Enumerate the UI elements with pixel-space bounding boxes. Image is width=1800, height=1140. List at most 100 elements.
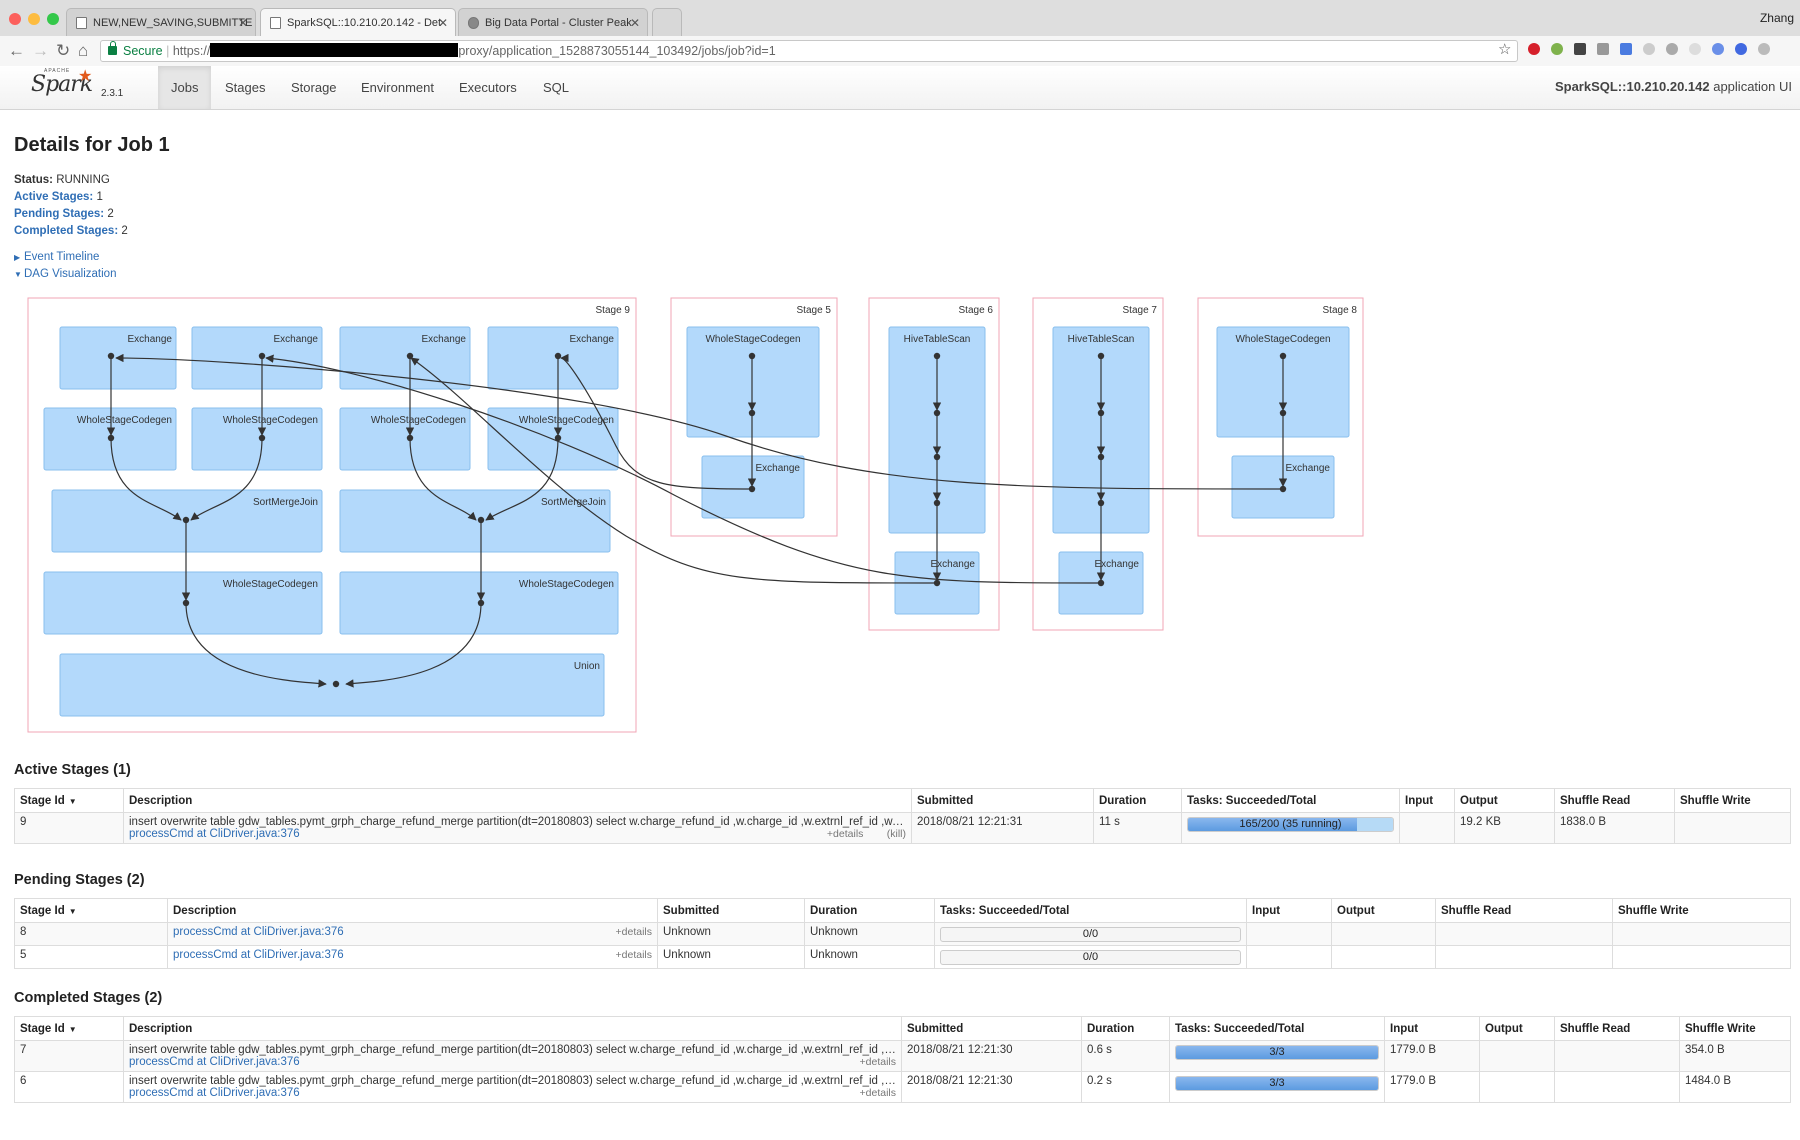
col-shuffle-read[interactable]: Shuffle Read [1435, 898, 1613, 923]
close-window-icon[interactable] [9, 13, 21, 25]
stage-link[interactable]: processCmd at CliDriver.java:376 [173, 926, 344, 938]
col-shuffle-write[interactable]: Shuffle Write [1612, 898, 1791, 923]
extension-icon[interactable] [1551, 43, 1563, 55]
caret-down-icon: ▼ [14, 270, 22, 279]
col-shuffle-read[interactable]: Shuffle Read [1554, 1016, 1680, 1041]
dag-dot [1279, 409, 1287, 417]
col-duration[interactable]: Duration [1093, 788, 1182, 813]
col-stage-id[interactable]: Stage Id ▼ [14, 1016, 124, 1041]
new-tab-button[interactable] [652, 8, 682, 36]
close-tab-icon[interactable]: ✕ [630, 16, 640, 30]
dag-visualization-toggle[interactable]: ▼ DAG Visualization [14, 268, 116, 280]
stage-shuffle-write [1612, 922, 1791, 946]
col-description[interactable]: Description [167, 898, 658, 923]
extension-icon[interactable] [1735, 43, 1747, 55]
details-toggle[interactable]: +details [616, 926, 652, 938]
extension-icon[interactable] [1597, 43, 1609, 55]
col-duration[interactable]: Duration [1081, 1016, 1170, 1041]
extension-icon[interactable] [1666, 43, 1678, 55]
col-stage-id[interactable]: Stage Id ▼ [14, 788, 124, 813]
pending-stages-summary[interactable]: Pending Stages: 2 [14, 208, 114, 220]
maximize-window-icon[interactable] [47, 13, 59, 25]
col-description[interactable]: Description [123, 1016, 902, 1041]
event-timeline-label[interactable]: Event Timeline [24, 251, 99, 263]
col-input[interactable]: Input [1246, 898, 1332, 923]
translate-icon[interactable] [1620, 43, 1632, 55]
completed-stages-summary[interactable]: Completed Stages: 2 [14, 225, 128, 237]
details-toggle[interactable]: +details [860, 1056, 896, 1068]
stage-link[interactable]: processCmd at CliDriver.java:376 [129, 1056, 300, 1068]
close-tab-icon[interactable]: ✕ [438, 16, 448, 30]
submitted-time: Unknown [657, 922, 805, 946]
stage-link[interactable]: processCmd at CliDriver.java:376 [129, 828, 300, 840]
col-submitted[interactable]: Submitted [657, 898, 805, 923]
back-arrow-icon[interactable]: ← [8, 41, 25, 61]
col-submitted[interactable]: Submitted [901, 1016, 1082, 1041]
extension-icon[interactable] [1689, 43, 1701, 55]
stage-output [1479, 1040, 1555, 1072]
dag-node-label: WholeStageCodegen [223, 579, 318, 590]
extension-icon[interactable] [1574, 43, 1586, 55]
extension-icon[interactable] [1712, 43, 1724, 55]
nav-tab-stages[interactable]: Stages [212, 66, 278, 109]
submitted-time: 2018/08/21 12:21:31 [911, 812, 1094, 844]
browser-tab-1[interactable]: NEW,NEW_SAVING,SUBMITTE ✕ [66, 8, 256, 36]
col-input[interactable]: Input [1384, 1016, 1480, 1041]
secure-label: Secure [123, 44, 163, 58]
active-stages-title: Active Stages (1) [14, 762, 131, 778]
col-shuffle-write[interactable]: Shuffle Write [1679, 1016, 1791, 1041]
dag-dot [933, 579, 941, 587]
col-stage-id[interactable]: Stage Id ▼ [14, 898, 168, 923]
completed-stages-label[interactable]: Completed Stages: [14, 225, 118, 237]
extension-icon[interactable] [1643, 43, 1655, 55]
stage-link[interactable]: processCmd at CliDriver.java:376 [129, 1087, 300, 1099]
nav-tab-sql[interactable]: SQL [530, 66, 582, 109]
col-output[interactable]: Output [1479, 1016, 1555, 1041]
details-toggle[interactable]: +details [827, 828, 863, 840]
event-timeline-toggle[interactable]: ▶ Event Timeline [14, 251, 99, 263]
close-tab-icon[interactable]: ✕ [238, 16, 248, 30]
bookmark-star-icon[interactable]: ☆ [1498, 40, 1511, 58]
col-tasks[interactable]: Tasks: Succeeded/Total [934, 898, 1247, 923]
col-duration[interactable]: Duration [804, 898, 935, 923]
dag-visualization-label[interactable]: DAG Visualization [24, 268, 116, 280]
details-toggle[interactable]: +details [860, 1087, 896, 1099]
col-description[interactable]: Description [123, 788, 912, 813]
col-output[interactable]: Output [1454, 788, 1555, 813]
forward-arrow-icon[interactable]: → [32, 41, 49, 61]
stage-link[interactable]: processCmd at CliDriver.java:376 [173, 949, 344, 961]
active-stages-label[interactable]: Active Stages: [14, 191, 93, 203]
table-row: 8 processCmd at CliDriver.java:376 +deta… [14, 922, 1791, 946]
reload-icon[interactable]: ↻ [56, 41, 70, 61]
active-stages-summary[interactable]: Active Stages: 1 [14, 191, 103, 203]
stage-duration: Unknown [804, 945, 935, 969]
adblock-icon[interactable] [1528, 43, 1540, 55]
address-bar[interactable]: Secure | https://proxy/application_15288… [100, 40, 1518, 62]
minimize-window-icon[interactable] [28, 13, 40, 25]
kill-link[interactable]: (kill) [887, 828, 906, 840]
description-text: insert overwrite table gdw_tables.pymt_g… [129, 816, 906, 828]
col-input[interactable]: Input [1399, 788, 1455, 813]
dag-node-label: Exchange [274, 334, 319, 345]
col-output[interactable]: Output [1331, 898, 1436, 923]
pending-stages-label[interactable]: Pending Stages: [14, 208, 104, 220]
col-shuffle-read[interactable]: Shuffle Read [1554, 788, 1675, 813]
dag-node-label: WholeStageCodegen [519, 415, 614, 426]
nav-tab-environment[interactable]: Environment [348, 66, 447, 109]
col-submitted[interactable]: Submitted [911, 788, 1094, 813]
browser-tab-2[interactable]: SparkSQL::10.210.20.142 - Det ✕ [260, 8, 456, 36]
col-tasks[interactable]: Tasks: Succeeded/Total [1181, 788, 1400, 813]
stage-input [1246, 922, 1332, 946]
details-toggle[interactable]: +details [616, 949, 652, 961]
spark-version: 2.3.1 [101, 88, 124, 99]
browser-tab-3[interactable]: Big Data Portal - Cluster Peak ✕ [458, 8, 648, 36]
profile-name[interactable]: Zhang [1760, 11, 1794, 25]
col-shuffle-write[interactable]: Shuffle Write [1674, 788, 1791, 813]
nav-tab-jobs[interactable]: Jobs [158, 66, 212, 109]
extension-icon[interactable] [1758, 43, 1770, 55]
home-icon[interactable]: ⌂ [78, 41, 88, 61]
col-tasks[interactable]: Tasks: Succeeded/Total [1169, 1016, 1385, 1041]
dag-node[interactable] [59, 653, 605, 717]
nav-tab-storage[interactable]: Storage [278, 66, 350, 109]
nav-tab-executors[interactable]: Executors [446, 66, 530, 109]
